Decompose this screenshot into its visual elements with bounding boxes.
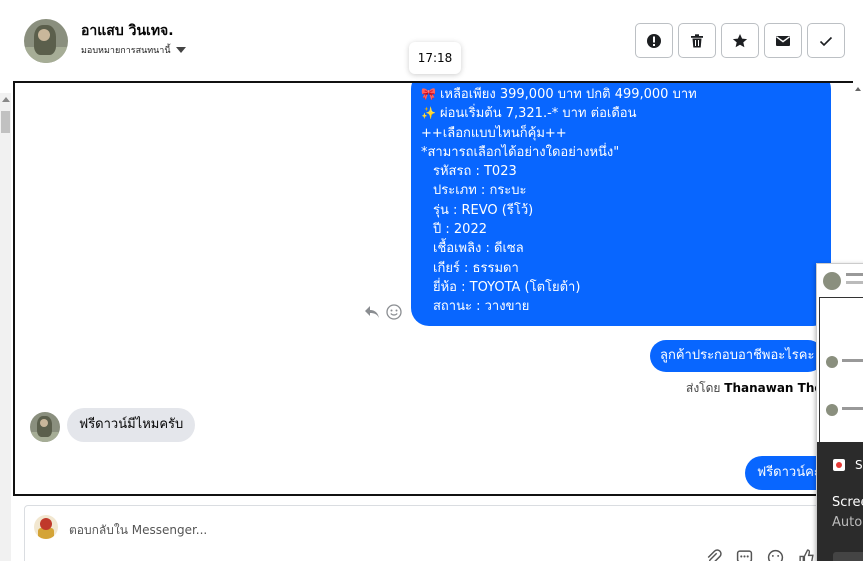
- emoji-icon[interactable]: [767, 549, 784, 561]
- attachment-icon[interactable]: [705, 549, 722, 561]
- message-line: ปี : 2022: [433, 222, 487, 238]
- star-button[interactable]: [721, 23, 759, 58]
- message-thread: 🎀 เหลือเพียง 399,000 บาท ปกติ 499,000 บาท…: [13, 81, 863, 496]
- saved-replies-icon[interactable]: [736, 549, 753, 561]
- notification-toast[interactable]: S Scree Autor: [817, 442, 863, 561]
- composer-tools: [705, 549, 815, 561]
- toast-title: S: [855, 458, 863, 472]
- contact-name[interactable]: อาแสบ วินเทจ.: [81, 20, 174, 42]
- message-line: รหัสรถ : T023: [433, 164, 517, 180]
- message-line: รุ่น : REVO (รีโว้): [433, 202, 534, 218]
- alert-icon: [647, 33, 661, 48]
- toast-button[interactable]: [833, 552, 863, 561]
- sent-by-label: ส่งโดย Thanawan Thon: [686, 381, 832, 395]
- delete-button[interactable]: [678, 23, 716, 58]
- contact-avatar[interactable]: [24, 19, 68, 63]
- message-line: ✨ ผ่อนเริ่มต้น 7,321.-* บาท ต่อเดือน: [421, 106, 637, 122]
- message-line: สถานะ : วางขาย: [433, 299, 530, 315]
- mark-spam-button[interactable]: [635, 23, 673, 58]
- assign-label: มอบหมายการสนทนานี้: [81, 46, 171, 56]
- message-actions: [364, 304, 402, 320]
- assign-conversation-dropdown[interactable]: มอบหมายการสนทนานี้: [81, 43, 186, 57]
- scroll-up-arrow-icon[interactable]: [2, 97, 10, 102]
- car-listing-message[interactable]: 🎀 เหลือเพียง 399,000 บาท ปกติ 499,000 บาท…: [411, 83, 831, 326]
- check-icon: [819, 36, 833, 46]
- popup-panel: [819, 297, 863, 445]
- customer-message[interactable]: ฟรีดาวน์มีไหมครับ: [67, 408, 196, 442]
- message-line: ++เลือกแบบไหนก็คุ้ม++: [421, 125, 567, 141]
- smiley-icon[interactable]: [386, 304, 402, 320]
- left-scrollbar[interactable]: [0, 93, 11, 561]
- message-line: *สามารถเลือกได้อย่างใดอย่างหนึ่ง": [421, 144, 620, 160]
- mail-icon: [776, 35, 790, 46]
- reply-input[interactable]: ตอบกลับใน Messenger...: [69, 521, 207, 540]
- scrollbar-thumb[interactable]: [1, 111, 10, 133]
- toast-heading: Scree: [832, 495, 863, 510]
- popup-avatar: [823, 272, 841, 290]
- timestamp-tooltip: 17:18: [409, 42, 461, 74]
- conversation-toolbar: [635, 23, 845, 58]
- mark-unread-button[interactable]: [764, 23, 802, 58]
- star-icon: [732, 33, 748, 47]
- mark-done-button[interactable]: [807, 23, 845, 58]
- agent-question-message[interactable]: ลูกค้าประกอบอาชีพอะไรคะ: [650, 340, 825, 372]
- message-line: 🎀 เหลือเพียง 399,000 บาท ปกติ 499,000 บาท: [421, 87, 697, 102]
- reply-icon[interactable]: [364, 305, 380, 319]
- caret-down-icon: [175, 47, 186, 53]
- toast-subtext: Autor: [832, 515, 863, 530]
- message-line: ยี่ห้อ : TOYOTA (โตโยต้า): [433, 279, 581, 295]
- app-icon: [833, 459, 845, 471]
- thumbs-up-icon[interactable]: [798, 549, 815, 561]
- right-scrollbar[interactable]: [853, 81, 863, 266]
- sparkles-icon: ✨: [421, 106, 436, 121]
- message-line: ประเภท : กระบะ: [433, 183, 527, 199]
- scroll-up-arrow-icon[interactable]: [855, 87, 861, 91]
- customer-avatar[interactable]: [30, 412, 60, 442]
- inbox-conversation-view: อาแสบ วินเทจ. มอบหมายการสนทนานี้ 17:18 🎀…: [0, 0, 863, 561]
- message-line: เชื้อเพลิง : ดีเซล: [433, 241, 524, 257]
- page-avatar: [34, 515, 58, 539]
- trash-icon: [691, 33, 703, 47]
- ribbon-icon: 🎀: [421, 87, 436, 101]
- message-line: เกียร์ : ธรรมดา: [433, 260, 519, 276]
